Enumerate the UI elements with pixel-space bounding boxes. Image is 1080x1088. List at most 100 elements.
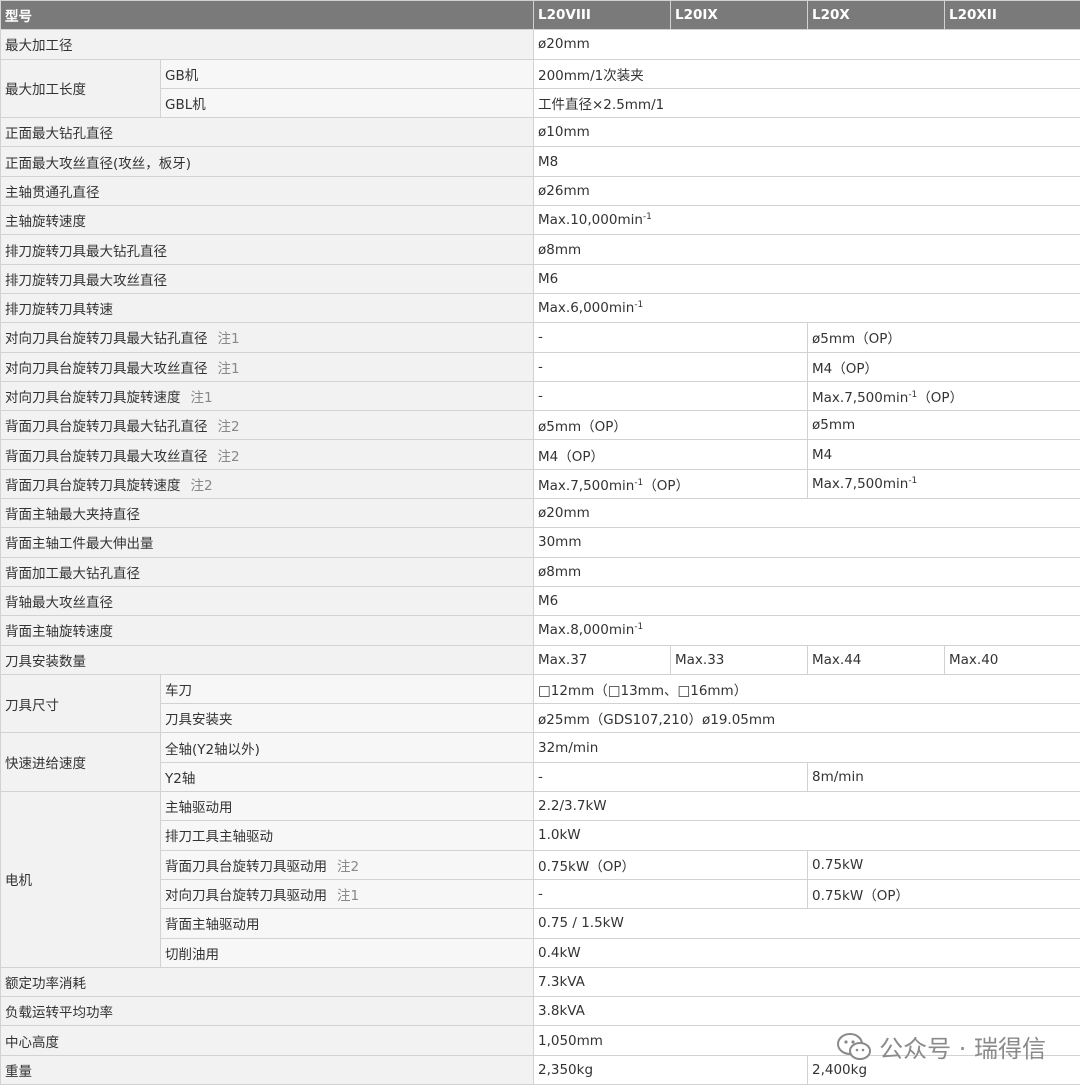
- row-label: 刀具安装数量: [0, 644, 534, 675]
- row-value: 0.75kW: [807, 849, 1080, 880]
- row-label: 排刀旋转刀具最大攻丝直径: [0, 263, 534, 294]
- label-text: 对向刀具台旋转刀具最大钻孔直径: [5, 331, 208, 348]
- row-sublabel: 车刀: [160, 673, 534, 705]
- row-label: 排刀旋转刀具转速: [0, 292, 534, 324]
- row-label: 背面主轴最大夹持直径: [0, 498, 534, 529]
- table-row: 背面加工最大钻孔直径 ø8mm: [0, 556, 1080, 587]
- row-sublabel: 切削油用: [160, 937, 534, 968]
- row-label: 背轴最大攻丝直径: [0, 585, 534, 617]
- row-value: 工件直径×2.5mm/1: [533, 87, 1080, 119]
- table-row: 背面主轴驱动用 0.75 / 1.5kW: [1, 908, 1080, 939]
- exponent: -1: [634, 477, 644, 488]
- row-value: 2.2/3.7kW: [533, 791, 1080, 822]
- row-value: □12mm（□13mm、□16mm）: [533, 673, 1080, 705]
- note-ref: 注1: [337, 888, 360, 905]
- note-ref: 注2: [217, 419, 240, 436]
- row-label: 背面刀具台旋转刀具最大攻丝直径 注2: [0, 439, 534, 470]
- row-sublabel: GBL机: [160, 87, 534, 119]
- row-value: M8: [533, 146, 1080, 177]
- row-sublabel: GB机: [160, 58, 534, 89]
- table-row: 排刀旋转刀具转速 Max.6,000min-1: [0, 292, 1080, 324]
- table-row: 对向刀具台旋转刀具最大攻丝直径 注1 - M4（OP）: [0, 351, 1080, 382]
- row-value: Max.10,000min-1: [533, 205, 1080, 236]
- model-l20xii: L20XII: [944, 0, 1080, 31]
- row-value: 3.8kVA: [533, 996, 1080, 1027]
- table-row: 主轴贯通孔直径 ø26mm: [0, 175, 1080, 207]
- row-value: ø20mm: [533, 29, 1080, 60]
- table-row: 背面刀具台旋转刀具旋转速度 注2 Max.7,500min-1（OP） Max.7…: [0, 468, 1080, 500]
- model-header: 型号: [0, 0, 534, 31]
- row-label: 背面加工最大钻孔直径: [0, 556, 534, 587]
- watermark-text: 公众号 · 瑞得信: [879, 1035, 1046, 1063]
- model-l20x: L20X: [807, 0, 945, 31]
- row-value: M6: [533, 585, 1080, 617]
- header-row: 型号 L20VIII L20IX L20X L20XII: [0, 0, 1080, 31]
- row-value: Max.7,500min-1（OP）: [533, 468, 808, 500]
- row-value: M4（OP）: [533, 439, 808, 470]
- value-text: Max.7,500min: [812, 390, 909, 406]
- row-sublabel: 背面主轴驱动用: [160, 908, 534, 939]
- table-row: 排刀工具主轴驱动 1.0kW: [1, 820, 1080, 851]
- model-l20viii: L20VIII: [533, 0, 671, 31]
- label-text: 对向刀具台旋转刀具旋转速度: [5, 390, 181, 406]
- table-row: 背面刀具台旋转刀具最大钻孔直径 注2 ø5mm（OP） ø5mm: [0, 410, 1080, 441]
- row-label: 主轴贯通孔直径: [0, 175, 534, 207]
- exponent: -1: [908, 475, 918, 486]
- row-sublabel: 刀具安装夹: [160, 703, 534, 734]
- table-row: 对向刀具台旋转刀具最大钻孔直径 注1 - ø5mm（OP）: [0, 322, 1080, 353]
- row-label: 额定功率消耗: [0, 966, 534, 998]
- table-row: 快速进给速度 全轴(Y2轴以外) 32m/min: [0, 732, 1080, 793]
- table-row: GBL机 工件直径×2.5mm/1: [1, 87, 1080, 119]
- note-ref: 注1: [190, 390, 213, 406]
- row-label: 最大加工径: [0, 29, 534, 60]
- row-sublabel: 主轴驱动用: [160, 791, 534, 822]
- table-row: 背面主轴最大夹持直径 ø20mm: [0, 498, 1080, 529]
- table-row: 背面主轴工件最大伸出量 30mm: [0, 527, 1080, 558]
- row-value: ø5mm（OP）: [807, 322, 1080, 353]
- row-value: 0.75 / 1.5kW: [533, 908, 1080, 939]
- exponent: -1: [642, 212, 652, 223]
- row-label: 背面主轴旋转速度: [0, 615, 534, 646]
- note-ref: 注2: [217, 448, 240, 465]
- watermark: 公众号 · 瑞得信: [837, 1029, 1046, 1064]
- row-value: M4（OP）: [807, 351, 1080, 382]
- row-value: ø5mm: [807, 410, 1080, 441]
- row-value: ø8mm: [533, 556, 1080, 587]
- row-sublabel: 对向刀具台旋转刀具驱动用 注1: [160, 878, 534, 910]
- row-value: ø25mm（GDS107,210）ø19.05mm: [533, 703, 1080, 734]
- row-sublabel: 排刀工具主轴驱动: [160, 820, 534, 851]
- table-row: 背面刀具台旋转刀具最大攻丝直径 注2 M4（OP） M4: [0, 439, 1080, 470]
- row-value: Max.8,000min-1: [533, 615, 1080, 646]
- row-value: 7.3kVA: [533, 966, 1080, 998]
- table-row: 主轴旋转速度 Max.10,000min-1: [0, 205, 1080, 236]
- value-suffix: （OP）: [643, 477, 690, 494]
- row-sublabel: Y2轴: [160, 761, 534, 793]
- row-value: Max.6,000min-1: [533, 292, 1080, 324]
- row-value: ø10mm: [533, 117, 1080, 148]
- label-text: 背面刀具台旋转刀具旋转速度: [5, 477, 181, 494]
- row-value: ø20mm: [533, 498, 1080, 529]
- table-row: 电机 主轴驱动用 2.2/3.7kW: [0, 791, 1080, 968]
- label-text: 对向刀具台旋转刀具驱动用: [165, 888, 327, 905]
- table-row: 背面刀具台旋转刀具驱动用 注2 0.75kW（OP） 0.75kW: [1, 849, 1080, 880]
- row-value: 0.75kW（OP）: [807, 878, 1080, 910]
- row-label: 对向刀具台旋转刀具最大攻丝直径 注1: [0, 351, 534, 382]
- row-value: Max.7,500min-1（OP）: [807, 380, 1080, 412]
- note-ref: 注2: [190, 477, 213, 494]
- table-row: 最大加工长度 GB机 200mm/1次装夹: [0, 58, 1080, 119]
- row-label: 正面最大攻丝直径(攻丝，板牙): [0, 146, 534, 177]
- row-value: Max.33: [670, 644, 808, 675]
- table-row: 背面主轴旋转速度 Max.8,000min-1: [0, 615, 1080, 646]
- table-row: 刀具安装数量 Max.37 Max.33 Max.44 Max.40: [0, 644, 1080, 675]
- row-value: ø5mm（OP）: [533, 410, 808, 441]
- row-label: 中心高度: [0, 1025, 534, 1056]
- row-sublabel: 全轴(Y2轴以外): [160, 732, 534, 763]
- note-ref: 注2: [337, 858, 360, 875]
- row-value: -: [533, 380, 808, 412]
- value-suffix: （OP）: [917, 390, 964, 406]
- table-row: 额定功率消耗 7.3kVA: [0, 966, 1080, 998]
- label-text: 对向刀具台旋转刀具最大攻丝直径: [5, 360, 208, 377]
- exponent: -1: [908, 390, 918, 400]
- value-text: Max.6,000min: [538, 300, 635, 317]
- row-value: 0.4kW: [533, 937, 1080, 968]
